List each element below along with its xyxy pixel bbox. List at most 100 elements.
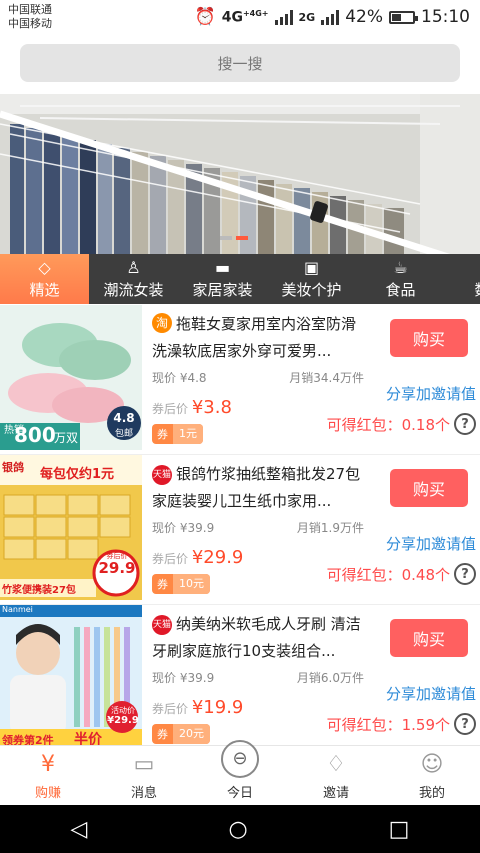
buy-button[interactable]: 购买 (390, 319, 468, 357)
network-4g-label: 4G+4G+ (221, 8, 269, 26)
sofa-icon: ▬ (214, 257, 231, 277)
tmall-icon: 天猫 (152, 615, 172, 635)
red-packet-info: 可得红包：0.48个? (327, 563, 476, 585)
thumb-subline: 竹浆便携装27包 (2, 585, 76, 596)
tab-today[interactable]: ⊖ 今日 (192, 740, 288, 805)
current-price: ¥4.8 (179, 371, 207, 385)
category-tabs: ◇ 精选 ♙ 潮流女装 ▬ 家居家装 ▣ 美妆个护 ☕ 食品 ▯ 数码 (0, 254, 480, 304)
share-invite-link[interactable]: 分享加邀请值 (386, 533, 476, 554)
thumb-half-price: 半价 (74, 732, 102, 745)
tab-label: 精选 (29, 280, 60, 299)
thumb-brand: 银鸽 (2, 461, 24, 474)
price-label: 现价 (152, 371, 177, 385)
tab-label: 邀请 (322, 786, 349, 801)
thumb-sales-number: 800 (14, 423, 56, 447)
chat-icon: ▭ (133, 752, 155, 777)
help-icon[interactable]: ? (454, 713, 476, 735)
banner-dot[interactable] (220, 236, 232, 240)
monthly-sales: 月销1.9万件 (296, 521, 364, 535)
dress-icon: ♙ (126, 257, 141, 277)
thumb-price-badge: 29.9 (98, 559, 136, 577)
tab-digital[interactable]: ▯ 数码 (445, 254, 480, 304)
user-icon: ☺ (420, 752, 444, 777)
share-invite-link[interactable]: 分享加邀请值 (386, 383, 476, 404)
thumb-price-label: 券后价 (106, 552, 128, 560)
tab-food[interactable]: ☕ 食品 (356, 254, 445, 304)
product-title[interactable]: 淘拖鞋女夏家用室内浴室防滑洗澡软底居家外穿可爱男... (152, 311, 367, 365)
buy-button[interactable]: 购买 (390, 469, 468, 507)
thumb-price-badge: 4.8 (113, 411, 135, 425)
taobao-icon: 淘 (152, 313, 172, 333)
carrier-labels: 中国联通 中国移动 (8, 3, 52, 31)
coupon-price: 券后价 ¥29.9 (152, 547, 244, 568)
alarm-icon: ⏰ (194, 7, 216, 27)
cosmetics-icon: ▣ (303, 257, 320, 277)
thumb-headline: 每包仅约1元 (40, 467, 115, 482)
product-card[interactable]: 热销 800 万双 4.8 包邮 淘拖鞋女夏家用室内浴室防滑洗澡软底居家外穿可爱… (0, 305, 480, 455)
current-price: ¥39.9 (179, 521, 215, 535)
tab-invite[interactable]: ♢ 邀请 (288, 746, 384, 805)
monthly-sales: 月销34.4万件 (289, 371, 364, 385)
tab-label: 家居家装 (192, 280, 253, 299)
search-header: 搜一搜 (0, 34, 480, 94)
red-packet-info: 可得红包：1.59个? (327, 713, 476, 735)
price-label: 现价 (152, 671, 177, 685)
battery-icon (389, 10, 418, 24)
coupon-tag[interactable]: 券 10元 (152, 574, 210, 594)
status-icons: ⏰ 4G+4G+ 2G 42% 15:10 (195, 6, 470, 28)
price-row: 现价 ¥4.8 月销34.4万件 (152, 369, 364, 386)
network-2g-label: 2G (298, 10, 316, 24)
product-image[interactable]: 银鸽 每包仅约1元 竹浆便携装27包 29.9 券后价 (0, 455, 142, 600)
help-icon[interactable]: ? (454, 563, 476, 585)
price-label: 现价 (152, 521, 177, 535)
help-icon[interactable]: ? (454, 413, 476, 435)
product-image[interactable]: Nanmei 活动价 ¥29.9 领券第2件 半价 (0, 605, 142, 745)
product-card[interactable]: 银鸽 每包仅约1元 竹浆便携装27包 29.9 券后价 天猫 银鸽竹浆抽纸整箱批发… (0, 455, 480, 605)
search-input[interactable]: 搜一搜 (20, 44, 460, 82)
home-icon[interactable]: ○ (228, 817, 247, 842)
diamond-outline-icon: ♢ (326, 752, 346, 777)
tab-label: 食品 (385, 280, 416, 299)
system-navigation-bar: ◁ ○ □ (0, 805, 480, 853)
share-invite-link[interactable]: 分享加邀请值 (386, 683, 476, 704)
carrier-1: 中国联通 (8, 3, 52, 16)
buy-button[interactable]: 购买 (390, 619, 468, 657)
banner-pagination (220, 236, 248, 240)
product-card[interactable]: Nanmei 活动价 ¥29.9 领券第2件 半价 天猫 纳美纳米软毛成人牙刷 清… (0, 605, 480, 745)
tab-fashion[interactable]: ♙ 潮流女装 (89, 254, 178, 304)
tab-jingxuan[interactable]: ◇ 精选 (0, 254, 89, 304)
tab-beauty[interactable]: ▣ 美妆个护 (267, 254, 356, 304)
diamond-icon: ◇ (38, 257, 51, 277)
thumb-brand: Nanmei (2, 605, 33, 614)
tab-label: 购赚 (34, 786, 61, 801)
tab-gouzhuan[interactable]: ¥ 购赚 (0, 746, 96, 805)
thumb-shipping-badge: 包邮 (114, 429, 133, 439)
coupon-price: 券后价 ¥3.8 (152, 397, 232, 418)
current-price: ¥39.9 (179, 671, 215, 685)
thumb-activity-price: ¥29.9 (107, 715, 139, 726)
thumb-sales-unit: 万双 (54, 431, 79, 445)
coupon-tag[interactable]: 券 20元 (152, 724, 210, 744)
tab-label: 我的 (418, 786, 445, 801)
product-title[interactable]: 天猫 纳美纳米软毛成人牙刷 清洁牙刷家庭旅行10支装组合... (152, 611, 367, 665)
price-row: 现价 ¥39.9 月销1.9万件 (152, 519, 364, 536)
carrier-2: 中国移动 (8, 17, 52, 30)
tab-messages[interactable]: ▭ 消息 (96, 746, 192, 805)
back-icon[interactable]: ◁ (71, 817, 88, 842)
bottom-tab-bar: ¥ 购赚 ▭ 消息 ⊖ 今日 ♢ 邀请 ☺ 我的 (0, 740, 480, 805)
tmall-icon: 天猫 (152, 465, 172, 485)
tab-mine[interactable]: ☺ 我的 (384, 746, 480, 805)
moneybag-icon: ¥ (41, 752, 55, 777)
tab-label: 潮流女装 (103, 280, 164, 299)
tab-home[interactable]: ▬ 家居家装 (178, 254, 267, 304)
banner-dot-active[interactable] (236, 236, 248, 240)
cup-icon: ☕ (393, 257, 408, 277)
signal-2-icon (321, 9, 340, 25)
promo-banner[interactable] (0, 94, 480, 254)
product-image[interactable]: 热销 800 万双 4.8 包邮 (0, 305, 142, 450)
recents-icon[interactable]: □ (389, 817, 410, 842)
tab-label: 消息 (130, 786, 157, 801)
coupon-tag[interactable]: 券 1元 (152, 424, 203, 444)
price-row: 现价 ¥39.9 月销6.0万件 (152, 669, 364, 686)
product-title[interactable]: 天猫 银鸽竹浆抽纸整箱批发27包家庭装婴儿卫生纸巾家用... (152, 461, 367, 515)
